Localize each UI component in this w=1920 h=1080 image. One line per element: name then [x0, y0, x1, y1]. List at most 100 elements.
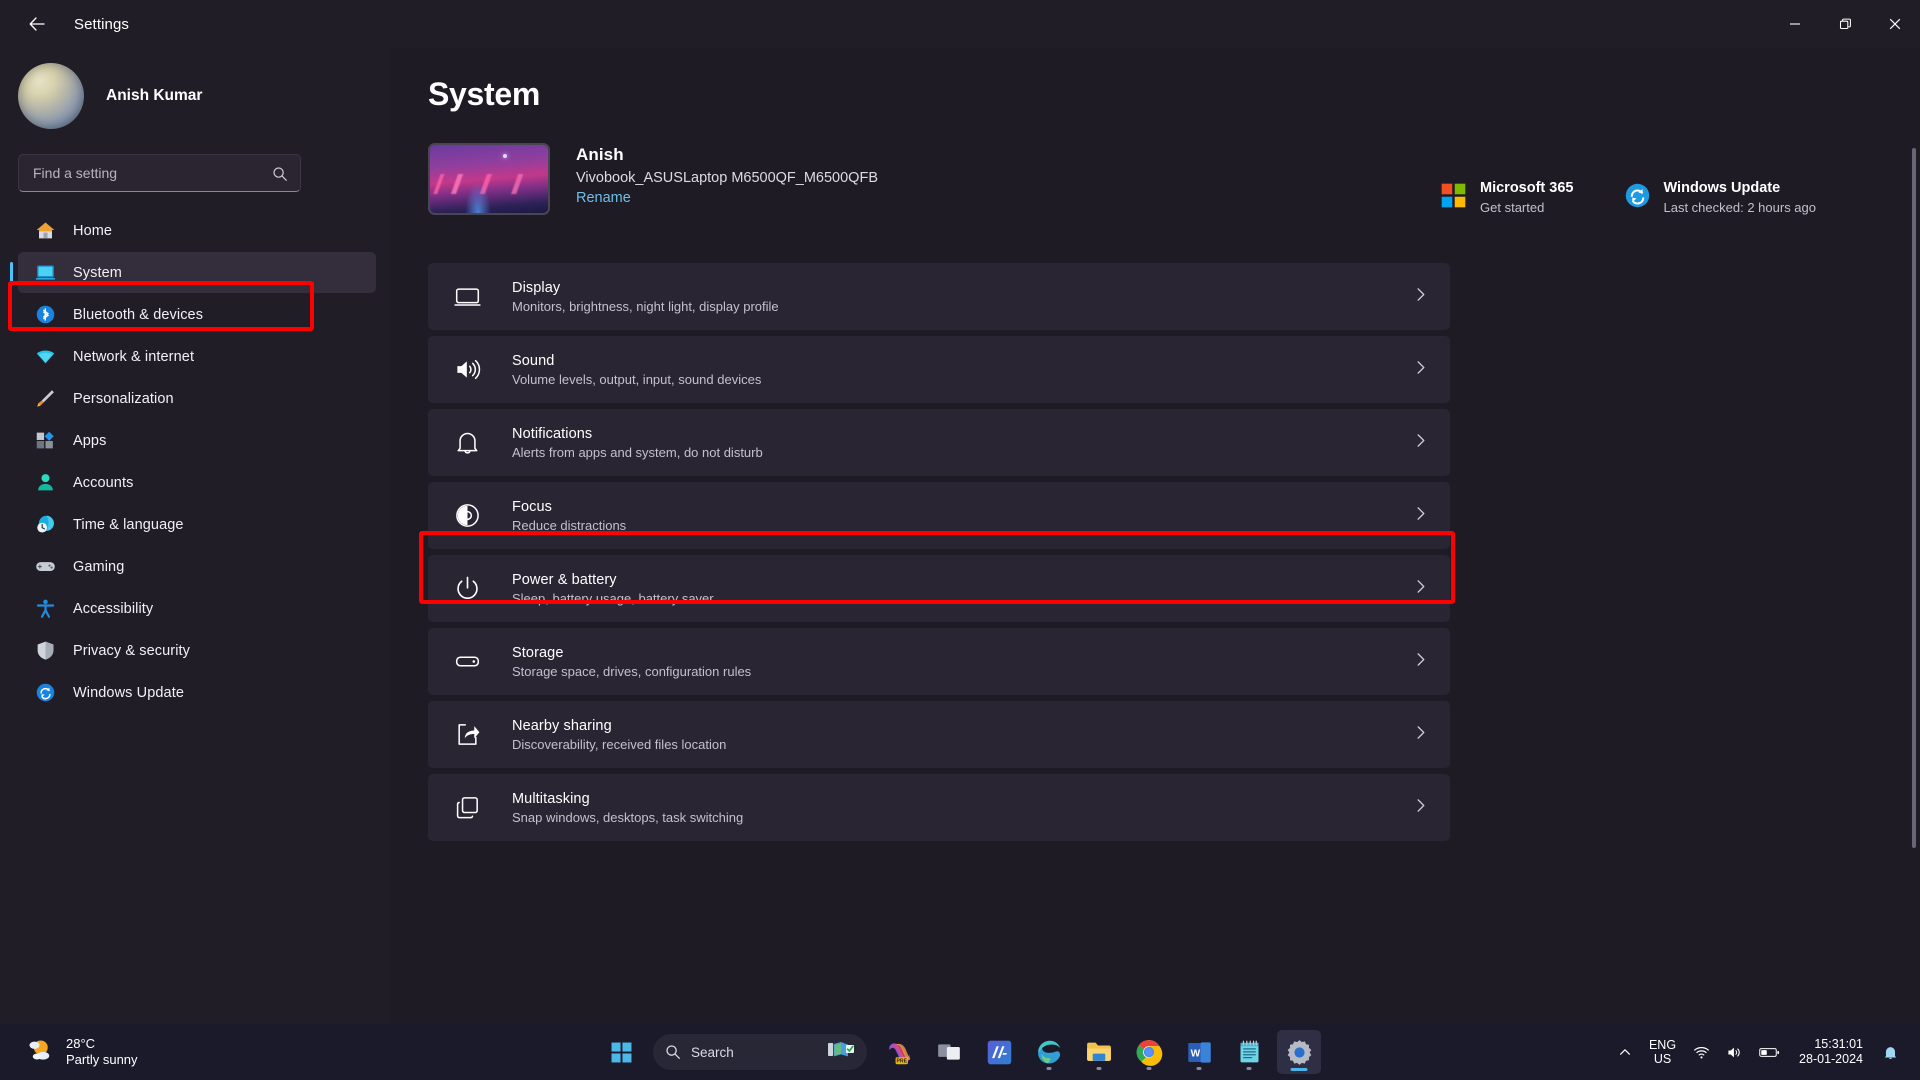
- active-indicator: [1290, 1068, 1308, 1071]
- close-button[interactable]: [1870, 0, 1920, 48]
- settings-row-subtitle: Storage space, drives, configuration rul…: [512, 663, 752, 679]
- chevron-right-icon: [1413, 652, 1428, 672]
- storage-icon: [452, 647, 482, 677]
- apps-icon: [34, 430, 56, 452]
- sidebar-item-bluetooth-devices[interactable]: Bluetooth & devices: [18, 294, 376, 335]
- sidebar-item-time-language[interactable]: Time & language: [18, 504, 376, 545]
- home-icon: [34, 220, 56, 242]
- sidebar-item-gaming[interactable]: Gaming: [18, 546, 376, 587]
- taskbar-app-sticky-notes[interactable]: [1227, 1030, 1271, 1074]
- paintbrush-icon: [34, 388, 56, 410]
- taskbar-search-box[interactable]: Search: [653, 1034, 867, 1070]
- device-thumbnail: [428, 143, 550, 215]
- settings-row-sound[interactable]: Sound Volume levels, output, input, soun…: [428, 336, 1450, 403]
- chevron-right-icon: [1413, 579, 1428, 599]
- sidebar-item-privacy-security[interactable]: Privacy & security: [18, 630, 376, 671]
- sidebar-item-apps[interactable]: Apps: [18, 420, 376, 461]
- back-button[interactable]: [16, 7, 58, 41]
- share-icon: [452, 720, 482, 750]
- device-name: Anish: [576, 145, 624, 164]
- settings-list: Display Monitors, brightness, night ligh…: [428, 263, 1450, 841]
- taskbar-app-edge[interactable]: [1027, 1030, 1071, 1074]
- volume-tray-button[interactable]: [1719, 1032, 1750, 1072]
- sidebar-item-label: Apps: [73, 432, 107, 449]
- scrollbar[interactable]: [1912, 148, 1916, 848]
- weather-condition: Partly sunny: [66, 1052, 138, 1067]
- settings-row-subtitle: Discoverability, received files location: [512, 736, 727, 752]
- partly-sunny-icon: [24, 1035, 54, 1070]
- settings-row-notifications[interactable]: Notifications Alerts from apps and syste…: [428, 409, 1450, 476]
- microsoft-365-card[interactable]: Microsoft 365 Get started: [1440, 180, 1574, 215]
- sidebar-item-personalization[interactable]: Personalization: [18, 378, 376, 419]
- sidebar-item-windows-update[interactable]: Windows Update: [18, 672, 376, 713]
- taskbar-app-settings[interactable]: [1277, 1030, 1321, 1074]
- settings-row-display[interactable]: Display Monitors, brightness, night ligh…: [428, 263, 1450, 330]
- running-indicator: [1246, 1067, 1252, 1070]
- windows-update-card[interactable]: Windows Update Last checked: 2 hours ago: [1624, 180, 1816, 215]
- shield-icon: [34, 640, 56, 662]
- gamepad-icon: [34, 556, 56, 578]
- settings-row-title: Multitasking: [512, 790, 590, 807]
- notification-center-button[interactable]: [1875, 1032, 1906, 1072]
- accessibility-icon: [34, 598, 56, 620]
- news-widget-icon[interactable]: [827, 1039, 855, 1066]
- taskbar-task-view[interactable]: [927, 1030, 971, 1074]
- taskbar-app-myasus[interactable]: [977, 1030, 1021, 1074]
- microsoft-logo-icon: [1440, 182, 1467, 209]
- sidebar-item-label: Network & internet: [73, 348, 195, 365]
- rename-link[interactable]: Rename: [576, 190, 631, 206]
- sidebar-item-accounts[interactable]: Accounts: [18, 462, 376, 503]
- minimize-button[interactable]: [1770, 0, 1820, 48]
- taskbar-app-copilot[interactable]: PRE: [877, 1030, 921, 1074]
- settings-row-multitasking[interactable]: Multitasking Snap windows, desktops, tas…: [428, 774, 1450, 841]
- taskbar-app-file-explorer[interactable]: [1077, 1030, 1121, 1074]
- copilot-icon: PRE: [888, 1042, 910, 1064]
- minimize-icon: [1790, 23, 1800, 25]
- settings-row-focus[interactable]: Focus Reduce distractions: [428, 482, 1450, 549]
- taskbar-app-chrome[interactable]: [1127, 1030, 1171, 1074]
- search-box[interactable]: [18, 154, 301, 192]
- sidebar-item-label: Accounts: [73, 474, 134, 491]
- settings-row-storage[interactable]: Storage Storage space, drives, configura…: [428, 628, 1450, 695]
- sidebar-item-label: Windows Update: [73, 684, 185, 701]
- start-button[interactable]: [599, 1030, 643, 1074]
- sidebar-item-label: Privacy & security: [73, 642, 191, 659]
- language-indicator[interactable]: ENG US: [1641, 1038, 1684, 1067]
- wifi-icon: [34, 346, 56, 368]
- sidebar-item-home[interactable]: Home: [18, 210, 376, 251]
- settings-row-title: Storage: [512, 644, 564, 661]
- wifi-tray-button[interactable]: [1686, 1032, 1717, 1072]
- wallpaper-moon: [503, 153, 508, 158]
- bell-icon: [1884, 1046, 1897, 1059]
- chevron-right-icon: [1413, 725, 1428, 745]
- sidebar-item-label: Home: [73, 222, 113, 239]
- weather-widget[interactable]: 28°C Partly sunny: [24, 1035, 138, 1070]
- chrome-icon: [1136, 1040, 1163, 1066]
- settings-row-subtitle: Alerts from apps and system, do not dist…: [512, 444, 763, 460]
- show-hidden-icons-button[interactable]: [1611, 1032, 1639, 1072]
- user-profile[interactable]: Anish Kumar: [0, 48, 390, 144]
- chevron-right-icon: [1413, 798, 1428, 818]
- chevron-right-icon: [1413, 433, 1428, 453]
- bluetooth-icon: [34, 304, 56, 326]
- sidebar-item-network-internet[interactable]: Network & internet: [18, 336, 376, 377]
- power-icon: [452, 574, 482, 604]
- settings-row-title: Sound: [512, 352, 555, 369]
- battery-tray-button[interactable]: [1752, 1032, 1787, 1072]
- clock-globe-icon: [34, 514, 56, 536]
- header-card-title: Microsoft 365: [1480, 180, 1574, 196]
- maximize-button[interactable]: [1820, 0, 1870, 48]
- sidebar-item-accessibility[interactable]: Accessibility: [18, 588, 376, 629]
- close-icon: [1889, 18, 1901, 30]
- settings-row-nearby-sharing[interactable]: Nearby sharing Discoverability, received…: [428, 701, 1450, 768]
- settings-row-power-battery[interactable]: Power & battery Sleep, battery usage, ba…: [428, 555, 1450, 622]
- clock-date: 28-01-2024: [1799, 1052, 1863, 1066]
- taskbar-app-word[interactable]: W: [1177, 1030, 1221, 1074]
- sidebar-item-system[interactable]: System: [10, 252, 376, 293]
- clock[interactable]: 15:31:01 28-01-2024: [1789, 1037, 1873, 1067]
- header-card-subtitle: Get started: [1480, 200, 1545, 215]
- device-info: Anish Vivobook_ASUSLaptop M6500QF_M6500Q…: [576, 143, 878, 207]
- update-icon: [34, 682, 56, 704]
- search-input[interactable]: [19, 155, 300, 191]
- monitor-icon: [452, 282, 482, 312]
